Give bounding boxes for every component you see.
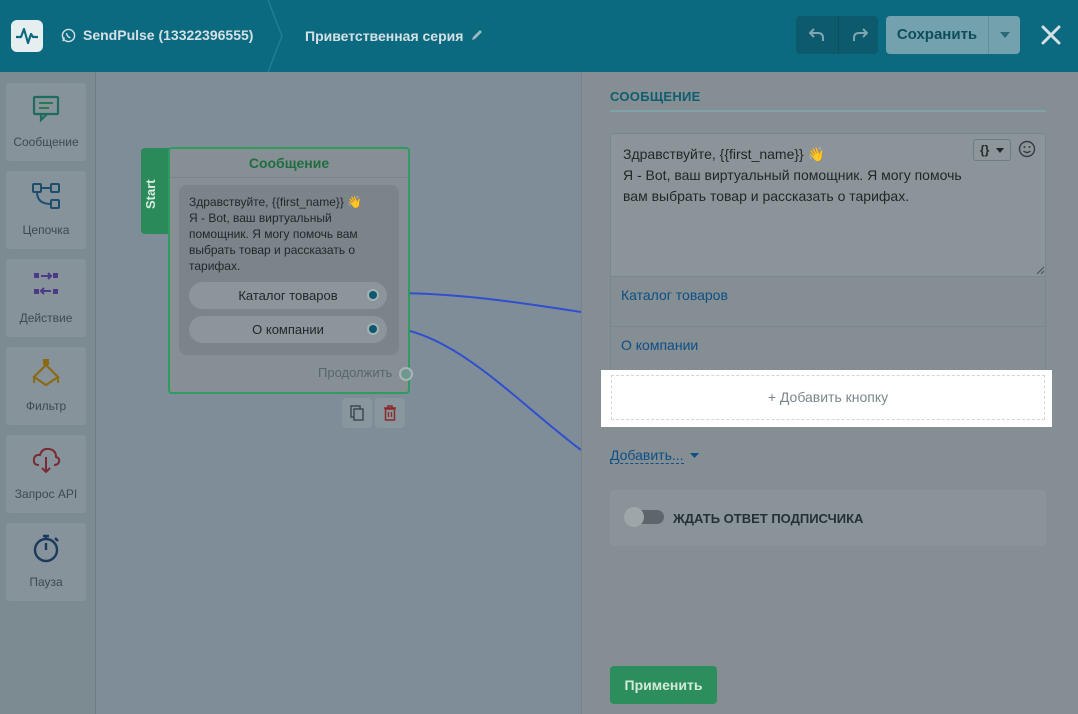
tool-label: Цепочка	[22, 223, 70, 237]
action-icon	[34, 272, 58, 295]
chain-icon	[32, 183, 60, 209]
message-icon	[32, 95, 60, 123]
element-toolbar: Сообщение Цепочка Действие Фильтр Запрос…	[0, 72, 96, 714]
flow-name[interactable]: Приветственная серия	[305, 28, 463, 44]
redo-button[interactable]	[838, 16, 878, 54]
node-message-text: Здравствуйте, {{first_name}} 👋 Я - Bot, …	[189, 195, 363, 273]
node-continue-connector[interactable]	[399, 367, 413, 381]
wait-reply-label: ЖДАТЬ ОТВЕТ ПОДПИСЧИКА	[673, 511, 864, 526]
app-logo-icon[interactable]	[11, 20, 43, 52]
trash-icon	[384, 405, 396, 421]
chevron-down-icon	[1000, 32, 1010, 38]
message-textarea[interactable]: Здравствуйте, {{first_name}} 👋 Я - Bot, …	[610, 133, 1046, 277]
node-divider	[170, 177, 408, 178]
pencil-edit-icon[interactable]	[470, 28, 484, 42]
node-button-connector[interactable]	[367, 289, 379, 301]
undo-button[interactable]	[796, 16, 838, 54]
node-button-connector[interactable]	[367, 323, 379, 335]
tool-chain[interactable]: Цепочка	[6, 171, 86, 249]
bot-name[interactable]: SendPulse (13322396555)	[83, 27, 253, 43]
whatsapp-icon	[61, 28, 76, 43]
tool-api-request[interactable]: Запрос API	[6, 435, 86, 513]
resize-handle-icon[interactable]	[1035, 265, 1045, 275]
delete-node-button[interactable]	[375, 398, 405, 428]
apply-button[interactable]: Применить	[610, 666, 717, 704]
variables-dropdown[interactable]: {}	[973, 139, 1011, 161]
variables-label: {}	[980, 143, 990, 157]
tool-label: Запрос API	[14, 487, 78, 501]
close-icon[interactable]	[1040, 24, 1062, 46]
undo-icon	[809, 28, 824, 41]
panel-button-catalog[interactable]: Каталог товаров	[610, 277, 1046, 327]
redo-icon	[853, 28, 868, 41]
tool-label: Фильтр	[25, 399, 67, 413]
tool-label: Действие	[19, 311, 73, 325]
breadcrumb-separator	[267, 0, 283, 72]
wait-reply-toggle[interactable]	[624, 507, 664, 527]
filter-icon	[32, 359, 60, 387]
top-header: SendPulse (13322396555) Приветственная с…	[0, 0, 1078, 72]
message-text[interactable]: Здравствуйте, {{first_name}} 👋 Я - Bot, …	[623, 144, 963, 207]
node-title: Сообщение	[248, 155, 330, 171]
tool-filter[interactable]: Фильтр	[6, 347, 86, 425]
emoji-icon[interactable]	[1018, 140, 1036, 158]
copy-node-button[interactable]	[342, 398, 372, 428]
tool-pause[interactable]: Пауза	[6, 523, 86, 601]
tool-action[interactable]: Действие	[6, 259, 86, 337]
node-button-about[interactable]: О компании	[189, 316, 387, 343]
save-options-dropdown[interactable]	[988, 16, 1020, 54]
chevron-down-icon[interactable]	[690, 453, 699, 458]
wire-catalog	[389, 292, 581, 313]
wait-reply-section: ЖДАТЬ ОТВЕТ ПОДПИСЧИКА	[610, 490, 1046, 546]
node-continue-label: Продолжить	[318, 365, 393, 380]
wire-about	[389, 326, 581, 451]
node-button-catalog[interactable]: Каталог товаров	[189, 282, 387, 309]
panel-title-underline	[610, 110, 1046, 112]
chevron-down-icon	[995, 148, 1004, 154]
node-message-bubble: Здравствуйте, {{first_name}} 👋 Я - Bot, …	[179, 185, 399, 355]
toggle-knob	[624, 507, 644, 527]
tool-label: Сообщение	[13, 135, 79, 149]
panel-title: СООБЩЕНИЕ	[610, 89, 701, 104]
api-request-icon	[32, 447, 61, 474]
pause-timer-icon	[33, 534, 59, 563]
tool-message[interactable]: Сообщение	[6, 83, 86, 161]
add-more-dropdown[interactable]: Добавить...	[610, 447, 684, 464]
start-label: Start	[143, 179, 158, 209]
tool-label: Пауза	[29, 575, 63, 589]
add-button-button[interactable]: + Добавить кнопку	[611, 375, 1045, 420]
save-button[interactable]: Сохранить	[886, 16, 988, 54]
copy-icon	[350, 405, 364, 421]
message-node[interactable]: Сообщение Здравствуйте, {{first_name}} 👋…	[168, 147, 413, 394]
